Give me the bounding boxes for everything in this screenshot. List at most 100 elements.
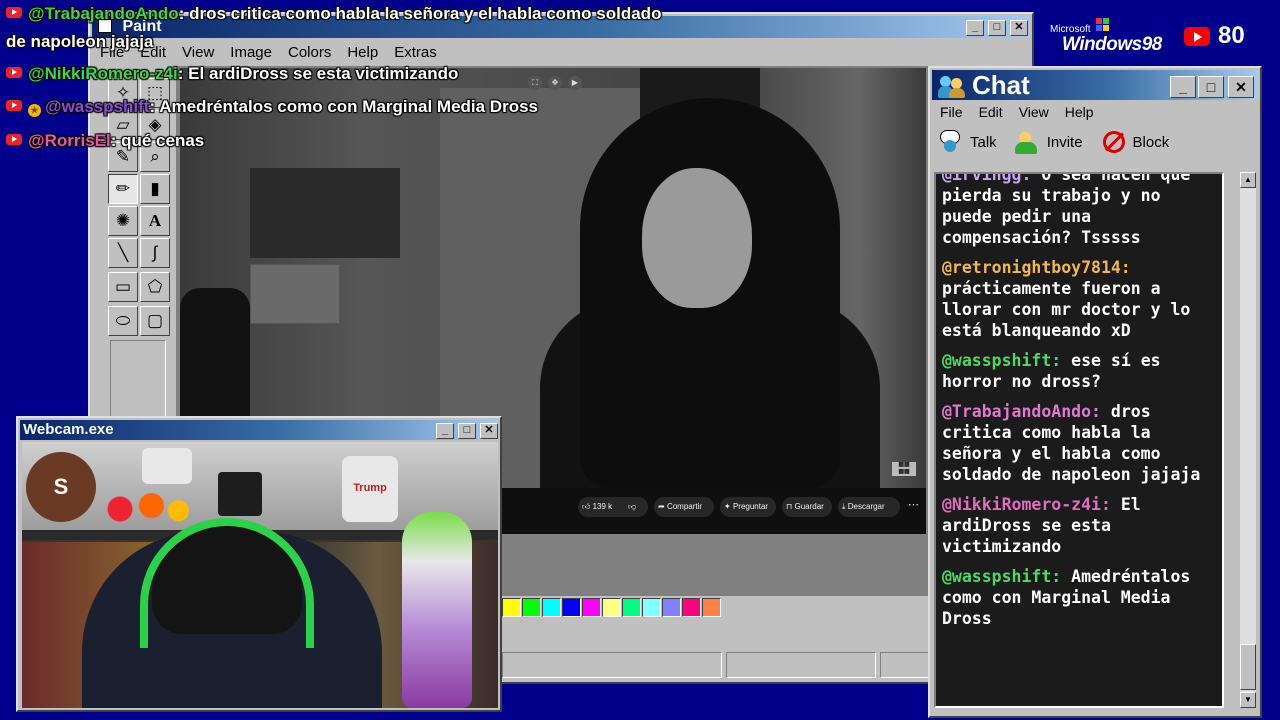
webcam-title: Webcam.exe	[23, 421, 114, 438]
color-swatch[interactable]	[642, 598, 661, 617]
brush-icon[interactable]: ▮	[140, 174, 170, 204]
chat-message: @wasspshift: ese sí es horror no dross?	[942, 350, 1216, 392]
channel-watermark: ▦▦ ▦▦	[892, 462, 916, 476]
color-swatch[interactable]	[622, 598, 641, 617]
minimize-button[interactable]: _	[436, 423, 454, 439]
menu-edit[interactable]: Edit	[979, 104, 1003, 120]
invite-button[interactable]: Invite	[1014, 130, 1083, 154]
chat-username: @retronightboy7814:	[942, 258, 1131, 277]
dislike-button[interactable]: 👎︎	[628, 502, 636, 512]
scroll-up-icon[interactable]: ▲	[1240, 172, 1256, 188]
overlay-chat-line: de napoleon jajaja	[6, 32, 153, 52]
windows-flag-icon	[1096, 18, 1110, 32]
windows98-label: Windows98	[1062, 34, 1162, 55]
talk-label: Talk	[970, 133, 997, 151]
menu-extras[interactable]: Extras	[394, 44, 437, 61]
chat-log[interactable]: @irvingg: O sea hacen que pierda su trab…	[934, 172, 1224, 708]
star-icon: ★	[28, 104, 41, 117]
save-label: Guardar	[794, 502, 824, 511]
menu-image[interactable]: Image	[230, 44, 272, 61]
invite-icon	[1014, 130, 1041, 154]
line-icon[interactable]: ╲	[108, 238, 138, 268]
status-cell	[502, 652, 722, 678]
thumbs-down-icon: 👎︎	[628, 502, 637, 511]
curve-icon[interactable]: ∫	[140, 238, 170, 268]
polygon-icon[interactable]: ⬠	[140, 272, 170, 302]
chat-text: prácticamente fueron a llorar con mr doc…	[942, 279, 1191, 340]
close-button[interactable]: ✕	[480, 423, 498, 439]
cam-play-button-award	[142, 448, 192, 484]
menu-colors[interactable]: Colors	[288, 44, 331, 61]
move-icon[interactable]: ✥	[548, 76, 562, 90]
youtube-icon	[6, 100, 22, 111]
color-swatch[interactable]	[562, 598, 581, 617]
cam-joker-figure	[402, 512, 472, 708]
more-options-icon[interactable]: ⋯	[908, 498, 919, 511]
chat-message: @TrabajandoAndo: dros critica como habla…	[942, 401, 1216, 485]
download-label: Descargar	[847, 502, 885, 511]
cam-flowers	[102, 492, 192, 526]
menu-file[interactable]: File	[940, 104, 963, 120]
scroll-thumb[interactable]	[1240, 644, 1256, 690]
block-button[interactable]: Block	[1101, 130, 1169, 154]
chat-message: @retronightboy7814: prácticamente fueron…	[942, 257, 1216, 341]
paper-roll-label: Trump	[353, 482, 387, 494]
scroll-down-icon[interactable]: ▼	[1240, 692, 1256, 708]
color-swatch[interactable]	[682, 598, 701, 617]
color-swatch[interactable]	[542, 598, 561, 617]
ellipse-icon[interactable]: ⬭	[108, 306, 138, 336]
airbrush-icon[interactable]: ✺	[108, 206, 138, 236]
fullscreen-icon[interactable]: ⛶	[528, 76, 542, 90]
sparkle-icon: ✦	[724, 502, 733, 511]
invite-label: Invite	[1046, 133, 1083, 151]
video-person-face	[642, 168, 752, 308]
close-button[interactable]: ✕	[1228, 76, 1254, 98]
chat-title: Chat	[972, 70, 1030, 100]
color-swatch[interactable]	[662, 598, 681, 617]
minimize-button[interactable]: _	[1170, 76, 1196, 98]
color-swatch[interactable]	[602, 598, 621, 617]
cam-paper-roll: Trump	[342, 456, 398, 522]
tool-options[interactable]	[110, 340, 166, 422]
save-button[interactable]: ⊓ Guardar	[786, 502, 824, 511]
like-button[interactable]: 👍︎ 139 k	[582, 502, 612, 512]
chat-username: @TrabajandoAndo:	[942, 402, 1101, 421]
maximize-button[interactable]: □	[1198, 76, 1224, 98]
color-swatch[interactable]	[522, 598, 541, 617]
menu-help[interactable]: Help	[347, 44, 378, 61]
color-swatch[interactable]	[502, 598, 521, 617]
youtube-icon	[1184, 26, 1210, 46]
chat-toolbar: Talk Invite Block	[938, 130, 1169, 154]
chat-message: @irvingg: O sea hacen que pierda su trab…	[942, 172, 1216, 248]
webcam-feed: S Trump	[22, 442, 498, 708]
chat-scrollbar[interactable]: ▲ ▼	[1240, 172, 1256, 708]
rounded-rect-icon[interactable]: ▢	[140, 306, 170, 336]
menu-view[interactable]: View	[182, 44, 214, 61]
rectangle-icon[interactable]: ▭	[108, 272, 138, 302]
webcam-titlebar[interactable]: Webcam.exe _ □ ✕	[20, 420, 498, 440]
chat-username: @wasspshift:	[942, 351, 1062, 370]
chat-username: @irvingg:	[942, 172, 1032, 184]
ask-button[interactable]: ✦ Preguntar	[724, 502, 768, 511]
chat-titlebar[interactable]: Chat _ □ ✕	[932, 70, 1258, 100]
color-swatch[interactable]	[582, 598, 601, 617]
close-button[interactable]: ✕	[1010, 20, 1028, 36]
menu-view[interactable]: View	[1019, 104, 1049, 120]
overlay-username: @NikkiRomero-z4i	[28, 64, 178, 83]
minimize-button[interactable]: _	[966, 20, 984, 36]
share-button[interactable]: ➦ Compartir	[658, 502, 702, 511]
color-swatch[interactable]	[702, 598, 721, 617]
talk-button[interactable]: Talk	[938, 130, 997, 154]
chat-message: @NikkiRomero-z4i: El ardiDross se esta v…	[942, 494, 1216, 557]
viewer-count: 80	[1218, 22, 1245, 49]
status-cell	[726, 652, 876, 678]
download-button[interactable]: ⤓ Descargar	[842, 502, 885, 512]
overlay-text: de napoleon jajaja	[6, 32, 154, 51]
text-tool-icon[interactable]: A	[140, 206, 170, 236]
play-icon[interactable]: ▶	[568, 76, 582, 90]
maximize-button[interactable]: □	[458, 423, 476, 439]
chat-menubar: File Edit View Help	[934, 102, 1256, 122]
maximize-button[interactable]: □	[988, 20, 1006, 36]
pencil-icon[interactable]: ✏	[108, 174, 138, 204]
menu-help[interactable]: Help	[1065, 104, 1094, 120]
